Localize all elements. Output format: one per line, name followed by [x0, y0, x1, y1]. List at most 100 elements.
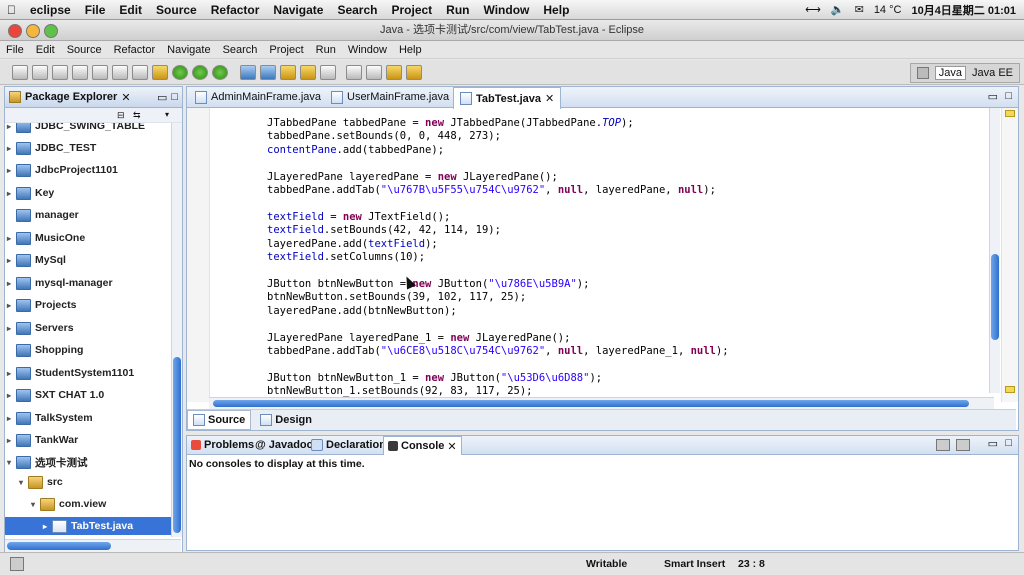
- settings-icon[interactable]: [152, 65, 168, 80]
- code-area[interactable]: JTabbedPane tabbedPane = new JTabbedPane…: [267, 117, 729, 399]
- display-console-icon[interactable]: [936, 439, 950, 451]
- menubar-app-name[interactable]: eclipse: [23, 3, 78, 17]
- expand-arrow-icon[interactable]: ▸: [43, 522, 52, 531]
- editor-tab[interactable]: UserMainFrame.java: [325, 87, 455, 107]
- volume-icon[interactable]: 🔈: [831, 3, 845, 16]
- expand-arrow-icon[interactable]: ▸: [7, 391, 16, 400]
- tab-source[interactable]: Source: [187, 410, 252, 430]
- tab-problems[interactable]: Problems: [187, 436, 258, 454]
- expand-arrow-icon[interactable]: ▸: [7, 256, 16, 265]
- menu-file[interactable]: File: [0, 44, 30, 56]
- open-console-icon[interactable]: [956, 439, 970, 451]
- expand-arrow-icon[interactable]: ▸: [7, 301, 16, 310]
- close-view-icon[interactable]: ✕: [121, 91, 130, 104]
- tree-item[interactable]: Shopping: [7, 341, 83, 359]
- perspective-java-ee[interactable]: Java EE: [972, 67, 1013, 79]
- tree-item[interactable]: ▸ JDBC_TEST: [7, 139, 96, 157]
- expand-arrow-icon[interactable]: ▸: [7, 234, 16, 243]
- mac-menu-source[interactable]: Source: [149, 3, 204, 17]
- new-class-icon[interactable]: [260, 65, 276, 80]
- expand-arrow-icon[interactable]: ▸: [7, 144, 16, 153]
- external-tools-icon[interactable]: [212, 65, 228, 80]
- search-icon[interactable]: [320, 65, 336, 80]
- expand-arrow-icon[interactable]: ▸: [7, 369, 16, 378]
- debug-icon[interactable]: [172, 65, 188, 80]
- tree-item[interactable]: ▸ Key: [7, 184, 54, 202]
- package-explorer-title[interactable]: Package Explorer: [25, 91, 117, 103]
- tree-item[interactable]: ▸ MySql: [7, 251, 66, 269]
- weather-temp[interactable]: 14 °C: [874, 4, 902, 16]
- paste-icon[interactable]: [132, 65, 148, 80]
- warning-marker[interactable]: [1005, 110, 1015, 117]
- scroll-thumb[interactable]: [173, 357, 181, 533]
- save-icon[interactable]: [32, 65, 48, 80]
- cut-icon[interactable]: [92, 65, 108, 80]
- view-menu-icon[interactable]: ▾: [165, 110, 169, 119]
- tree-item[interactable]: ▾ src: [19, 473, 63, 491]
- perspective-java[interactable]: Java: [934, 66, 967, 80]
- tab-design[interactable]: Design: [255, 411, 317, 429]
- back-icon[interactable]: [386, 65, 402, 80]
- expand-arrow-icon[interactable]: ▸: [7, 279, 16, 288]
- minimize-console-icon[interactable]: ▭: [988, 437, 998, 450]
- zoom-window-icon[interactable]: [44, 24, 58, 38]
- tree-item[interactable]: ▸ JdbcProject1101: [7, 161, 118, 179]
- copy-icon[interactable]: [112, 65, 128, 80]
- mac-menu-edit[interactable]: Edit: [112, 3, 149, 17]
- tree-item[interactable]: ▸ TankWar: [7, 431, 78, 449]
- tree-item-selected[interactable]: ▸ TabTest.java: [5, 517, 171, 535]
- new-icon[interactable]: [12, 65, 28, 80]
- mail-icon[interactable]: ✉: [855, 3, 864, 16]
- tree-item[interactable]: ▸ SXT CHAT 1.0: [7, 386, 104, 404]
- scroll-thumb[interactable]: [991, 254, 999, 340]
- mac-menu-file[interactable]: File: [78, 3, 113, 17]
- expand-arrow-icon[interactable]: ▸: [7, 414, 16, 423]
- open-perspective-icon[interactable]: [916, 67, 929, 79]
- print-icon[interactable]: [72, 65, 88, 80]
- mac-menu-window[interactable]: Window: [477, 3, 537, 17]
- tree-item[interactable]: ▾ 选项卡测试: [7, 453, 88, 471]
- tree-item[interactable]: ▸ TalkSystem: [7, 409, 93, 427]
- scroll-thumb[interactable]: [213, 400, 969, 407]
- expand-arrow-icon[interactable]: ▸: [7, 123, 16, 131]
- editor-tab[interactable]: AdminMainFrame.java: [189, 87, 327, 107]
- close-window-icon[interactable]: [8, 24, 22, 38]
- apple-icon[interactable]: : [0, 3, 23, 17]
- save-all-icon[interactable]: [52, 65, 68, 80]
- mac-menu-search[interactable]: Search: [330, 3, 384, 17]
- maximize-editor-icon[interactable]: □: [1005, 90, 1012, 102]
- tree-item[interactable]: ▸ mysql-manager: [7, 274, 113, 292]
- overview-ruler[interactable]: [1001, 108, 1018, 402]
- expand-arrow-icon[interactable]: ▸: [7, 166, 16, 175]
- menu-refactor[interactable]: Refactor: [108, 44, 162, 56]
- package-explorer-vscrollbar[interactable]: [171, 123, 182, 537]
- annotation-prev-icon[interactable]: [366, 65, 382, 80]
- menu-source[interactable]: Source: [61, 44, 108, 56]
- minimize-window-icon[interactable]: [26, 24, 40, 38]
- link-editor-icon[interactable]: ⇆: [133, 110, 141, 121]
- expand-arrow-icon[interactable]: ▸: [7, 189, 16, 198]
- tree-item[interactable]: manager: [7, 206, 79, 224]
- menu-project[interactable]: Project: [263, 44, 309, 56]
- tree-item[interactable]: ▸ MusicOne: [7, 229, 85, 247]
- status-left-icon[interactable]: [10, 557, 24, 571]
- clock[interactable]: 10月4日星期二 01:01: [911, 2, 1016, 18]
- tree-item[interactable]: ▾ com.view: [31, 495, 106, 513]
- expand-arrow-icon[interactable]: ▸: [7, 324, 16, 333]
- run-icon[interactable]: [192, 65, 208, 80]
- tree-item[interactable]: ▸ Servers: [7, 319, 74, 337]
- menu-help[interactable]: Help: [393, 44, 428, 56]
- menu-run[interactable]: Run: [310, 44, 342, 56]
- minimize-editor-icon[interactable]: ▭: [988, 90, 998, 103]
- mac-menu-refactor[interactable]: Refactor: [204, 3, 267, 17]
- collapse-all-icon[interactable]: ⊟: [117, 110, 125, 121]
- menu-navigate[interactable]: Navigate: [161, 44, 216, 56]
- wifi-icon[interactable]: ⟷: [805, 3, 821, 16]
- maximize-console-icon[interactable]: □: [1005, 437, 1012, 449]
- editor-hscrollbar[interactable]: [209, 397, 994, 409]
- scroll-thumb[interactable]: [7, 542, 111, 550]
- mac-menu-run[interactable]: Run: [439, 3, 476, 17]
- close-tab-icon[interactable]: ✕: [447, 440, 456, 453]
- mac-menu-navigate[interactable]: Navigate: [266, 3, 330, 17]
- editor-vscrollbar[interactable]: [989, 108, 1000, 393]
